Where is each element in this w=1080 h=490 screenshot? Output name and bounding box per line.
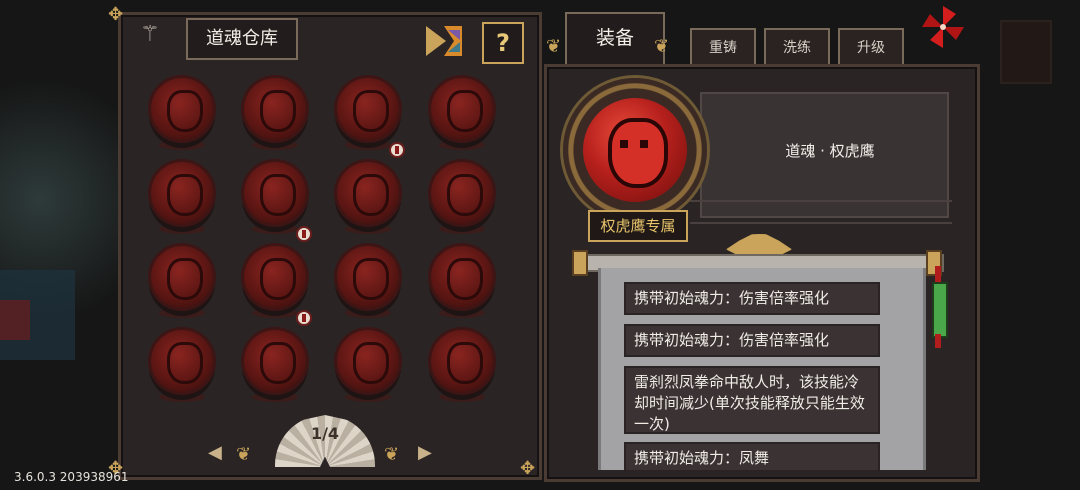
page-indicator: 1/4 [310, 424, 340, 443]
soul-slot[interactable] [244, 162, 306, 224]
effect-item: 携带初始魂力：伤害倍率强化 [624, 324, 880, 357]
badge-icon [296, 226, 312, 242]
soul-face-icon [260, 258, 296, 300]
soul-orb-stand [439, 308, 485, 318]
effect-item: 携带初始魂力：凤舞 [624, 442, 880, 472]
soul-slot[interactable] [431, 78, 493, 140]
tab-ornament-icon: ❦ [546, 36, 562, 57]
soul-slot[interactable] [151, 78, 213, 140]
soul-orb-stand [159, 392, 205, 402]
badge-icon [296, 310, 312, 326]
trident-icon: ⚚ [140, 22, 160, 47]
soul-face-icon [167, 342, 203, 384]
soul-face-icon [447, 174, 483, 216]
badge-icon [389, 142, 405, 158]
soul-slot[interactable] [151, 330, 213, 392]
soul-face-icon [167, 90, 203, 132]
soul-name: 道魂 · 权虎鹰 [785, 142, 875, 160]
corner-ornament-icon: ✥ [108, 4, 124, 25]
soul-face-icon [260, 342, 296, 384]
soul-orb-stand [345, 224, 391, 234]
soul-orb-stand [159, 140, 205, 150]
soul-orb-stand [252, 224, 298, 234]
face-eye [640, 140, 648, 148]
background-decor-red [0, 300, 30, 340]
soul-slot[interactable] [244, 330, 306, 392]
soul-orb-stand [159, 308, 205, 318]
soul-face-icon [608, 118, 668, 188]
soul-slot[interactable] [337, 162, 399, 224]
soul-face-icon [447, 258, 483, 300]
soul-slot[interactable] [431, 330, 493, 392]
tab-recast[interactable]: 重铸 [690, 28, 756, 66]
tassel-cord [935, 266, 941, 282]
soul-orb-stand [439, 224, 485, 234]
tab-upgrade[interactable]: 升级 [838, 28, 904, 66]
effect-item: 携带初始魂力：伤害倍率强化 [624, 282, 880, 315]
jade-tassel-icon [932, 282, 948, 338]
soul-face-icon [447, 90, 483, 132]
soul-face-icon [167, 258, 203, 300]
scroll-rod-end [572, 250, 588, 276]
soul-face-icon [260, 90, 296, 132]
soul-orb-stand [345, 140, 391, 150]
soul-slot[interactable] [431, 246, 493, 308]
soul-orb-stand [439, 140, 485, 150]
soul-face-icon [353, 90, 389, 132]
soul-slot[interactable] [337, 78, 399, 140]
name-box-trim [690, 200, 952, 224]
help-button[interactable]: ? [482, 22, 524, 64]
shop-icon[interactable] [424, 24, 464, 58]
fan-ornament-icon: ❦ [236, 444, 252, 465]
soul-slot[interactable] [244, 246, 306, 308]
version-label: 3.6.0.3 203938961 [14, 470, 129, 484]
pinwheel-icon[interactable] [920, 4, 966, 50]
soul-slot[interactable] [244, 78, 306, 140]
warehouse-title: 道魂仓库 [186, 18, 298, 60]
tab-equip[interactable]: 装备 [565, 12, 665, 66]
effect-item: 雷刹烈凤拳命中敌人时，该技能冷却时间减少(单次技能释放只能生效一次) [624, 366, 880, 434]
soul-face-icon [353, 174, 389, 216]
soul-slot[interactable] [151, 246, 213, 308]
prev-page-button[interactable]: ◀ [208, 442, 222, 463]
soul-orb-stand [252, 308, 298, 318]
soul-face-icon [167, 174, 203, 216]
tassel-cord [935, 334, 941, 348]
corner-ornament-icon: ✥ [520, 458, 536, 479]
soul-orb-stand [159, 224, 205, 234]
tab-ornament-icon: ❦ [654, 36, 670, 57]
soul-slot[interactable] [431, 162, 493, 224]
next-page-button[interactable]: ▶ [418, 442, 432, 463]
soul-orb-stand [345, 392, 391, 402]
soul-slot[interactable] [337, 246, 399, 308]
background-frame [1000, 20, 1052, 84]
soul-face-icon [260, 174, 296, 216]
soul-face-icon [447, 342, 483, 384]
soul-orb-stand [345, 308, 391, 318]
face-eye [620, 140, 628, 148]
soul-slot[interactable] [337, 330, 399, 392]
fan-ornament-icon: ❦ [384, 444, 400, 465]
exclusive-label: 权虎鹰专属 [588, 210, 688, 242]
soul-face-icon [353, 258, 389, 300]
soul-slot[interactable] [151, 162, 213, 224]
soul-face-icon [353, 342, 389, 384]
soul-orb-stand [252, 392, 298, 402]
soul-orb-stand [252, 140, 298, 150]
tab-wash[interactable]: 洗练 [764, 28, 830, 66]
soul-orb-stand [439, 392, 485, 402]
